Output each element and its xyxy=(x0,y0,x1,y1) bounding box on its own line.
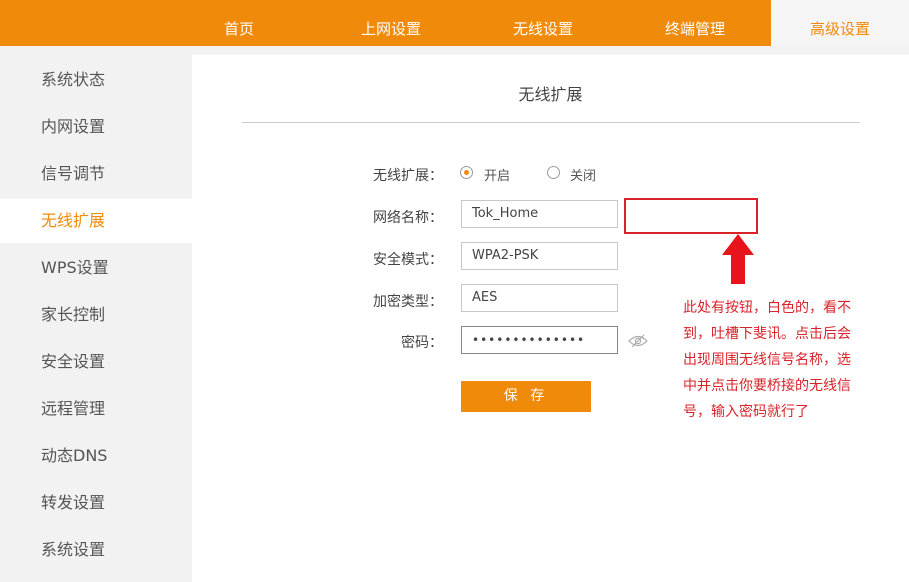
save-button[interactable]: 保 存 xyxy=(461,381,591,412)
page-title: 无线扩展 xyxy=(518,85,583,104)
radio-enable-label: 开启 xyxy=(484,169,511,184)
sidebar-item-security[interactable]: 安全设置 xyxy=(0,340,192,384)
encryption-label: 加密类型： xyxy=(373,294,443,310)
sidebar-item-lan-settings[interactable]: 内网设置 xyxy=(0,105,192,149)
tab-internet-settings[interactable]: 上网设置 xyxy=(336,0,446,46)
sidebar-item-wps[interactable]: WPS设置 xyxy=(0,246,192,290)
top-nav: 首页 上网设置 无线设置 终端管理 高级设置 xyxy=(0,0,909,46)
ssid-input[interactable]: Tok_Home xyxy=(461,200,618,228)
sidebar-item-parental-control[interactable]: 家长控制 xyxy=(0,293,192,337)
annotation-note: 此处有按钮，白色的，看不到，吐槽下斐讯。点击后会出现周围无线信号名称，选中并点击… xyxy=(683,300,851,420)
sidebar-item-forwarding[interactable]: 转发设置 xyxy=(0,481,192,525)
tab-advanced-settings[interactable]: 高级设置 xyxy=(771,0,909,46)
sidebar-item-remote-management[interactable]: 远程管理 xyxy=(0,387,192,431)
password-input[interactable]: •••••••••••••• xyxy=(461,326,618,354)
sidebar-item-system-status[interactable]: 系统状态 xyxy=(0,58,192,102)
sidebar-item-wireless-extend[interactable]: 无线扩展 xyxy=(0,199,192,243)
tab-terminal-management[interactable]: 终端管理 xyxy=(640,0,750,46)
sidebar-item-ddns[interactable]: 动态DNS xyxy=(0,434,192,478)
tab-home[interactable]: 首页 xyxy=(184,0,294,46)
arrow-up-icon xyxy=(722,234,754,284)
sidebar-item-signal-adjust[interactable]: 信号调节 xyxy=(0,152,192,196)
extend-label: 无线扩展： xyxy=(373,168,443,184)
tab-wireless-settings[interactable]: 无线设置 xyxy=(488,0,598,46)
radio-disable-label: 关闭 xyxy=(570,169,597,184)
password-label: 密码： xyxy=(401,335,443,351)
security-mode-label: 安全模式： xyxy=(373,252,443,268)
radio-disable[interactable] xyxy=(547,166,560,179)
hidden-scan-button-highlight[interactable] xyxy=(624,198,758,234)
sidebar: 系统状态 内网设置 信号调节 无线扩展 WPS设置 家长控制 安全设置 远程管理… xyxy=(0,55,192,582)
ssid-label: 网络名称： xyxy=(373,210,443,226)
encryption-field[interactable]: AES xyxy=(461,284,618,312)
main-panel: 无线扩展 无线扩展： 开启 关闭 网络名称： Tok_Home 安全模式： WP… xyxy=(192,55,909,582)
nav-divider xyxy=(0,46,909,55)
eye-icon[interactable] xyxy=(628,334,648,348)
sidebar-item-system-settings[interactable]: 系统设置 xyxy=(0,528,192,572)
security-mode-field[interactable]: WPA2-PSK xyxy=(461,242,618,270)
title-divider xyxy=(242,122,860,123)
radio-enable[interactable] xyxy=(460,166,473,179)
